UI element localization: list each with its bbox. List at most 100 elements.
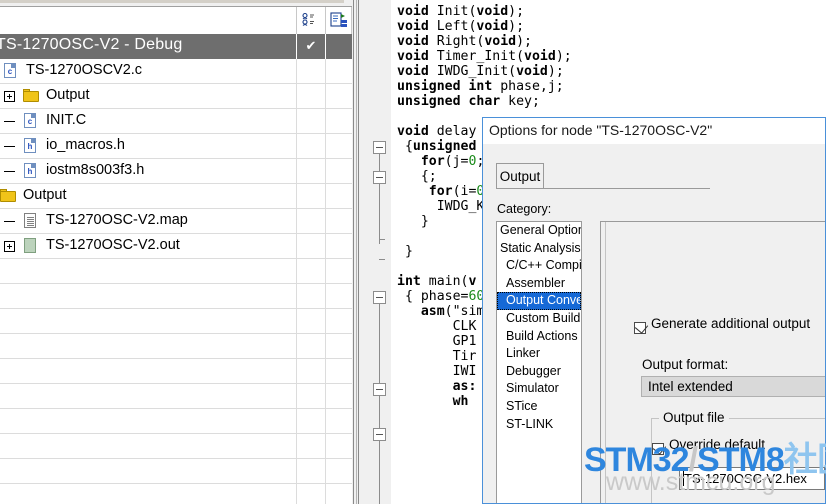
tree-item-label: TS-1270OSC-V2.map	[46, 212, 188, 228]
generate-additional-output-checkbox[interactable]	[634, 320, 649, 334]
tree-item-map-file[interactable]: TS-1270OSC-V2.map	[0, 209, 352, 234]
row-cell-sep-b	[325, 234, 326, 259]
workspace-panel: TS-1270OSC-V2 - Debug ✔ c TS-1270OSCV2.c	[0, 0, 352, 504]
category-label: Category:	[497, 202, 552, 216]
tree-item-out-file[interactable]: TS-1270OSC-V2.out	[0, 234, 352, 259]
connections-icon[interactable]	[301, 12, 319, 28]
dialog-title-bar[interactable]: Options for node "TS-1270OSC-V2"	[483, 118, 825, 144]
project-tree: TS-1270OSC-V2 - Debug ✔ c TS-1270OSCV2.c	[0, 34, 352, 504]
generate-additional-output-label: Generate additional output	[651, 316, 811, 331]
row-cell-sep-b	[325, 84, 326, 109]
tree-connector-dash	[4, 146, 15, 147]
category-item-st-link[interactable]: ST-LINK	[497, 416, 581, 434]
tree-item-label: Output	[46, 87, 90, 103]
row-cell-sep-a	[296, 84, 297, 109]
code-line: GP1	[397, 334, 477, 349]
code-line: void delay	[397, 124, 477, 139]
code-line: int main(v	[397, 274, 477, 289]
code-line: void IWDG_Init(void);	[397, 64, 564, 79]
panel-splitter[interactable]	[352, 0, 365, 504]
dialog-body: Category: General Options Static Analysis…	[483, 144, 825, 503]
tree-item-label: TS-1270OSCV2.c	[26, 62, 143, 78]
category-item-custom-build[interactable]: Custom Build	[497, 310, 581, 328]
code-line: for(j=0;	[420, 154, 485, 169]
row-cell-sep-a	[296, 234, 297, 259]
code-line: for(i=0	[428, 184, 485, 199]
column-separator-1	[296, 7, 297, 34]
category-listbox[interactable]: General Options Static Analysis C/C++ Comp…	[496, 221, 582, 503]
fold-end-marker	[379, 239, 385, 240]
expand-plus-icon[interactable]	[4, 91, 15, 102]
folder-icon	[23, 89, 39, 102]
row-cell-sep-b	[325, 59, 326, 84]
tree-empty-row	[0, 284, 352, 309]
tree-item-io-macros-h[interactable]: h io_macros.h	[0, 134, 352, 159]
build-config-icon[interactable]	[330, 12, 348, 28]
row-cell-sep-b	[325, 34, 326, 59]
fold-run	[379, 154, 380, 172]
code-line: {unsigned	[397, 139, 477, 154]
splitter-line-2	[356, 0, 357, 504]
fold-run	[379, 396, 380, 428]
code-line: void Right(void);	[397, 34, 532, 49]
fold-end-marker	[379, 259, 385, 260]
row-cell-sep-a	[296, 109, 297, 134]
workspace-column-header	[0, 7, 352, 35]
row-cell-sep-a	[296, 184, 297, 209]
fold-toggle-icon[interactable]	[373, 428, 386, 441]
category-item-debugger[interactable]: Debugger	[497, 363, 581, 381]
splitter-line-3	[358, 0, 359, 504]
tree-empty-row	[0, 434, 352, 459]
override-default-checkbox[interactable]	[652, 441, 667, 455]
fold-toggle-icon[interactable]	[373, 291, 386, 304]
tree-empty-row	[0, 384, 352, 409]
tree-empty-row	[0, 334, 352, 359]
output-format-label: Output format:	[642, 357, 729, 372]
c-file-icon: c	[4, 63, 18, 80]
tab-output[interactable]: Output	[496, 163, 544, 189]
code-line: void Left(void);	[397, 19, 525, 34]
row-cell-sep-a	[296, 59, 297, 84]
tree-item-output-folder-1[interactable]: Output	[0, 84, 352, 109]
fold-toggle-icon[interactable]	[373, 141, 386, 154]
category-item-stice[interactable]: STice	[497, 398, 581, 416]
code-line: as:	[452, 379, 477, 394]
row-cell-sep-b	[325, 109, 326, 134]
row-cell-sep-a	[296, 34, 297, 59]
project-root-row[interactable]: TS-1270OSC-V2 - Debug ✔	[0, 34, 352, 59]
code-line: {;	[397, 169, 437, 184]
category-item-output-converter[interactable]: Output Converter	[497, 292, 581, 310]
category-item-linker[interactable]: Linker	[497, 345, 581, 363]
code-line: Tir	[397, 349, 477, 364]
code-line: IWDG_KE	[397, 199, 493, 214]
project-active-checkmark: ✔	[305, 38, 317, 53]
output-format-combobox[interactable]: Intel extended	[641, 376, 825, 397]
category-item-static-analysis[interactable]: Static Analysis	[497, 240, 581, 258]
row-cell-sep-b	[325, 134, 326, 159]
tree-item-label: INIT.C	[46, 112, 87, 128]
output-file-input[interactable]: TS-1270OSC-V2.hex	[679, 467, 825, 490]
c-file-icon: c	[24, 113, 38, 130]
tree-item-ts1270oscv2-c[interactable]: c TS-1270OSCV2.c	[0, 59, 352, 84]
h-file-icon: h	[24, 163, 38, 180]
tree-connector-dash	[4, 171, 15, 172]
fold-toggle-icon[interactable]	[373, 171, 386, 184]
tree-item-output-folder-2[interactable]: Output	[0, 184, 352, 209]
options-dialog[interactable]: Options for node "TS-1270OSC-V2" Categor…	[482, 117, 826, 504]
category-item-build-actions[interactable]: Build Actions	[497, 328, 581, 346]
expand-plus-icon[interactable]	[4, 241, 15, 252]
tree-item-iostm8s003f3-h[interactable]: h iostm8s003f3.h	[0, 159, 352, 184]
category-item-general-options[interactable]: General Options	[497, 222, 581, 240]
category-item-simulator[interactable]: Simulator	[497, 380, 581, 398]
editor-fold-gutter[interactable]	[365, 0, 391, 504]
row-cell-sep-b	[325, 184, 326, 209]
output-file-group-label: Output file	[659, 410, 729, 425]
category-item-assembler[interactable]: Assembler	[497, 275, 581, 293]
out-file-icon	[24, 238, 38, 255]
code-line: void Init(void);	[397, 4, 525, 19]
category-item-c-c-compiler[interactable]: C/C++ Compiler	[497, 257, 581, 275]
fold-toggle-icon[interactable]	[373, 383, 386, 396]
fold-run	[379, 441, 380, 504]
tree-item-init-c[interactable]: c INIT.C	[0, 109, 352, 134]
tree-item-label: TS-1270OSC-V2.out	[46, 237, 180, 253]
